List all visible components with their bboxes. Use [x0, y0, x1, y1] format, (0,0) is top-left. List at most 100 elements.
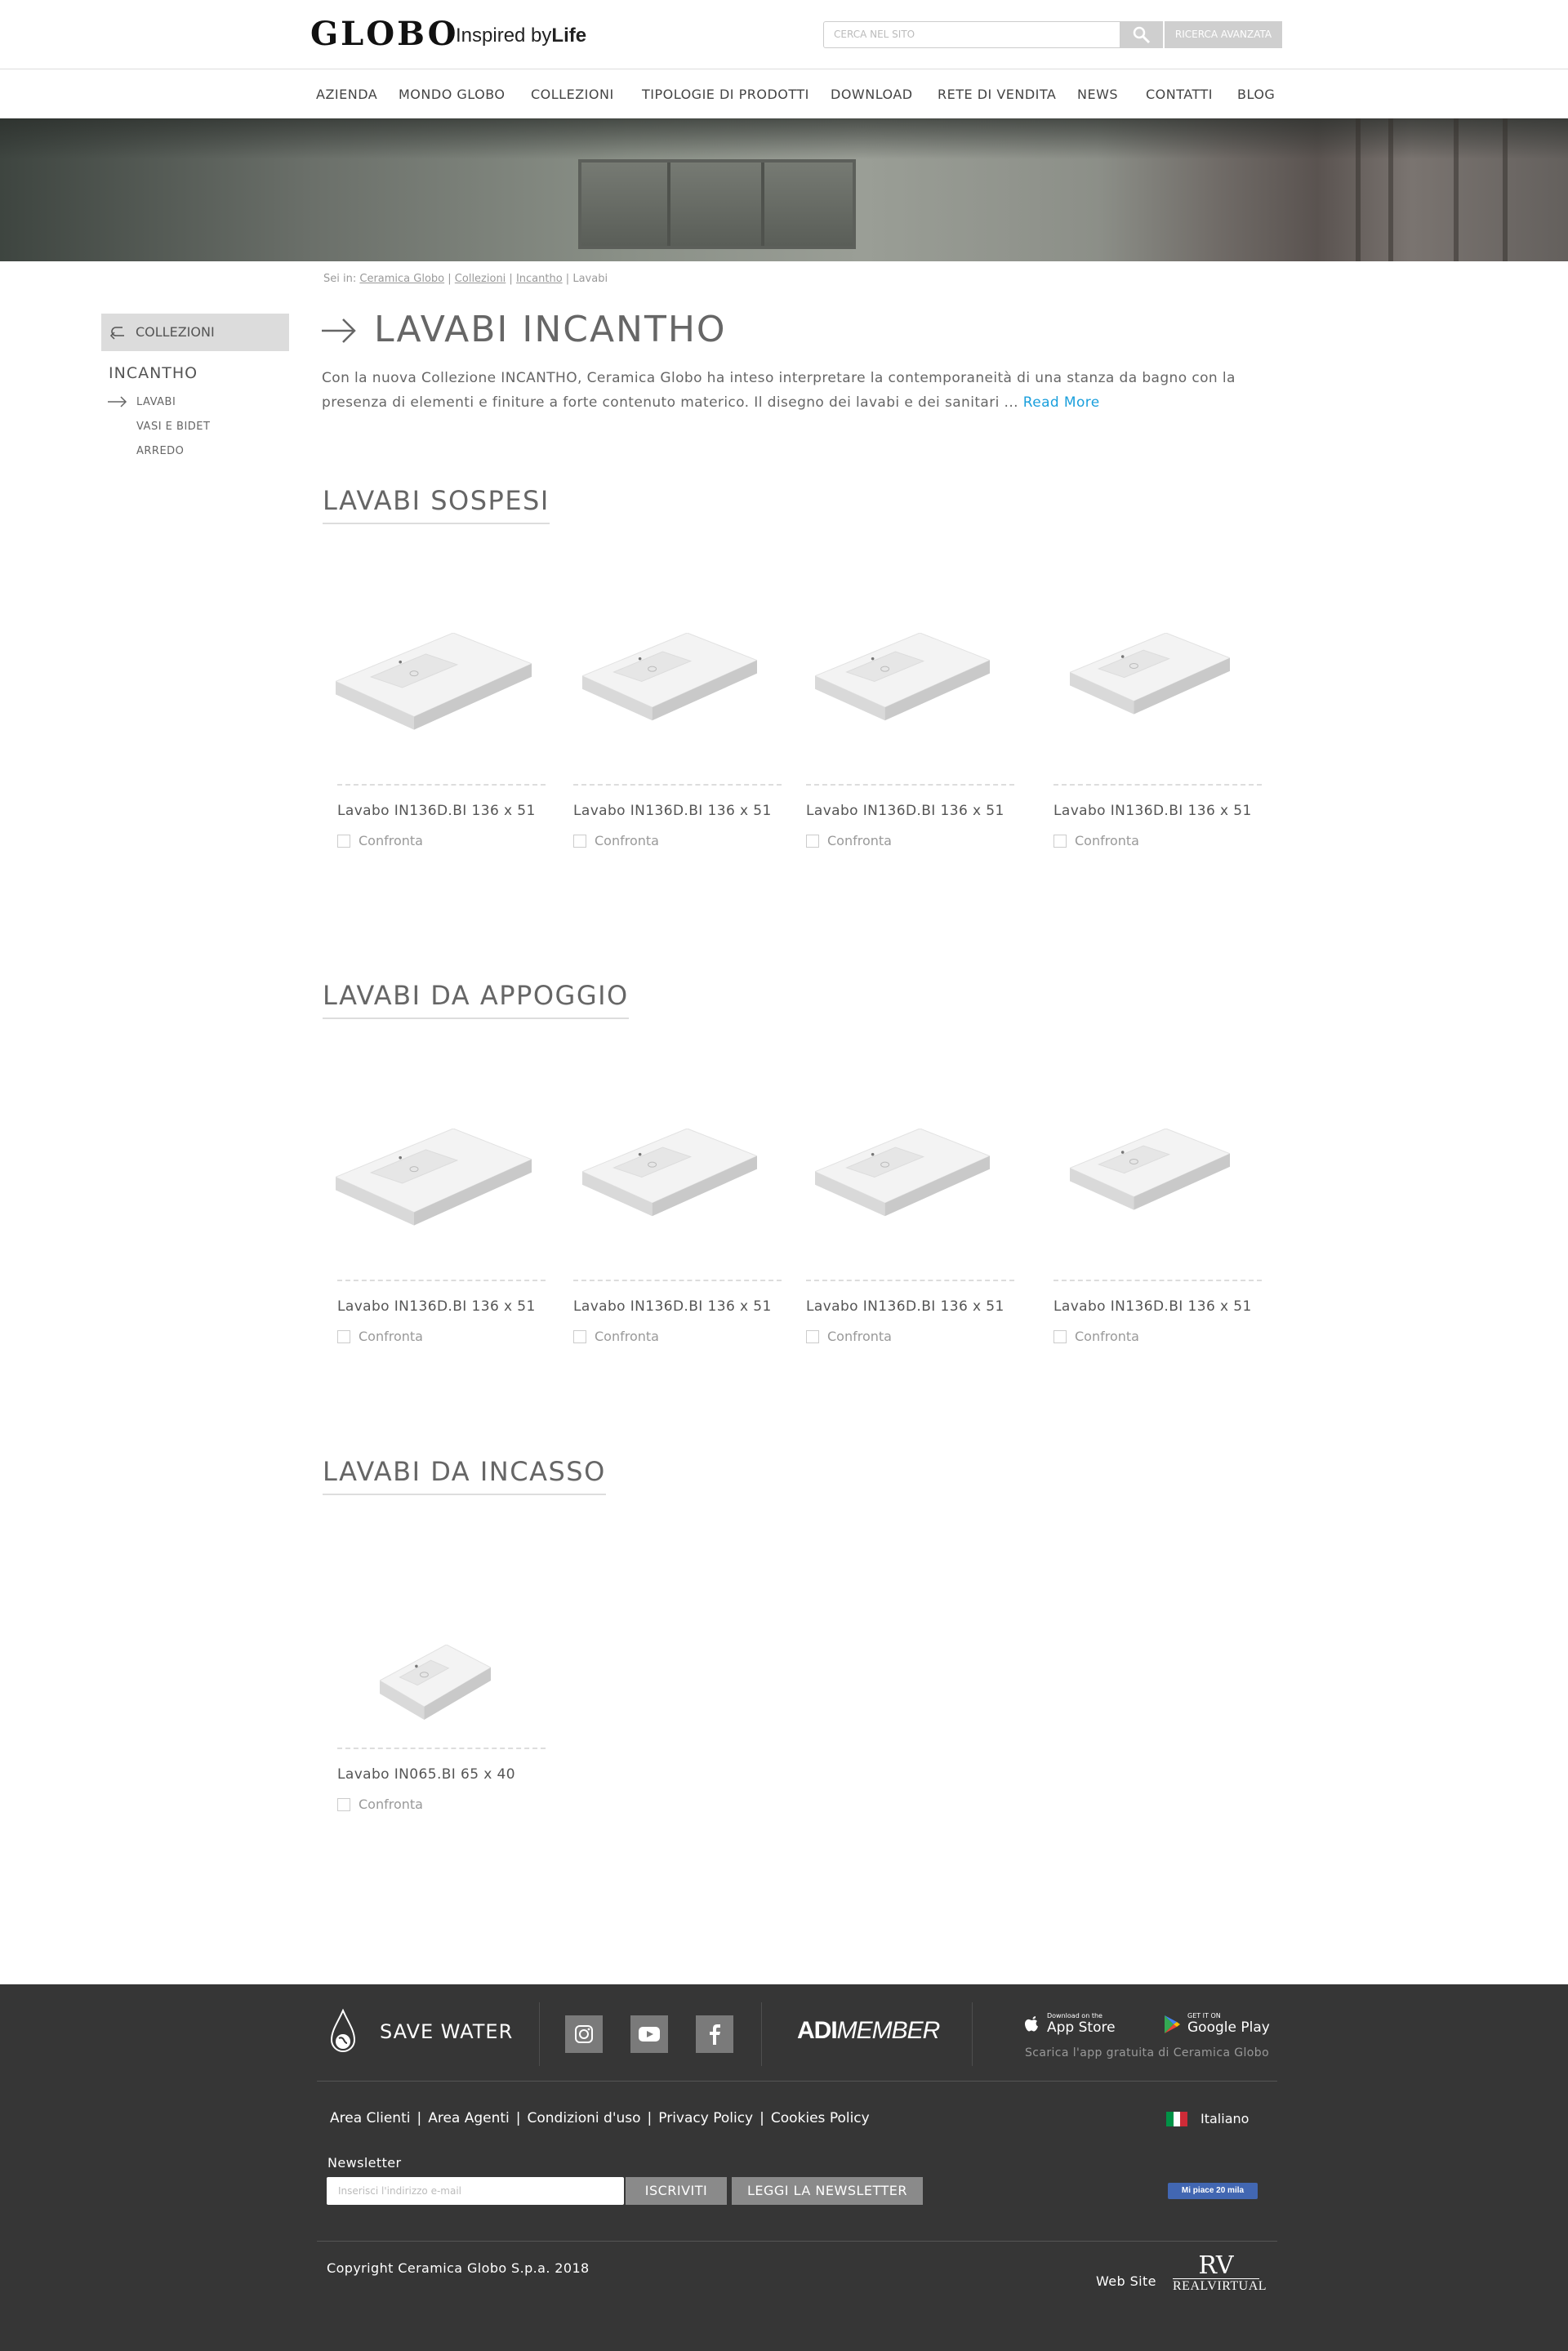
nav-mondo-globo[interactable]: MONDO GLOBO: [399, 87, 506, 102]
compare-label: Confronta: [1075, 1329, 1139, 1344]
instagram-button[interactable]: [565, 2015, 603, 2053]
product-name[interactable]: Lavabo IN136D.BI 136 x 51: [1054, 1298, 1252, 1315]
sidebar-back-collezioni[interactable]: COLLEZIONI: [101, 314, 289, 351]
checkbox-box[interactable]: [337, 834, 350, 848]
product-divider: [337, 784, 546, 786]
washbasin-image[interactable]: [582, 1129, 757, 1223]
nav-news[interactable]: NEWS: [1077, 87, 1118, 102]
washbasin-image[interactable]: [815, 1129, 990, 1223]
footer-link-area-agenti[interactable]: Area Agenti: [428, 2110, 510, 2126]
checkbox-box[interactable]: [806, 1329, 819, 1343]
checkbox-box[interactable]: [1054, 834, 1067, 848]
washbasin-image[interactable]: [1070, 633, 1230, 721]
hero-banner: [0, 118, 1568, 261]
newsletter-subscribe-button[interactable]: ISCRIVITI: [626, 2177, 727, 2205]
footer-link-cookies[interactable]: Cookies Policy: [771, 2110, 870, 2126]
globo-logo[interactable]: GLOBO: [310, 15, 459, 53]
washbasin-image[interactable]: [815, 633, 990, 728]
breadcrumb-link-incantho[interactable]: Incantho: [516, 273, 563, 285]
product-card[interactable]: Lavabo IN136D.BI 136 x 51 Confronta: [336, 572, 546, 849]
search-button[interactable]: [1120, 21, 1163, 48]
product-name[interactable]: Lavabo IN136D.BI 136 x 51: [337, 1298, 536, 1315]
advanced-search-button[interactable]: RICERCA AVANZATA: [1165, 21, 1282, 48]
product-name[interactable]: Lavabo IN065.BI 65 x 40: [337, 1766, 515, 1783]
product-name[interactable]: Lavabo IN136D.BI 136 x 51: [337, 803, 536, 819]
compare-checkbox[interactable]: Confronta: [573, 1329, 659, 1344]
product-card[interactable]: Lavabo IN136D.BI 136 x 51 Confronta: [1054, 572, 1262, 849]
product-divider: [806, 1280, 1014, 1281]
compare-label: Confronta: [359, 833, 423, 848]
product-name[interactable]: Lavabo IN136D.BI 136 x 51: [1054, 803, 1252, 819]
youtube-button[interactable]: [630, 2015, 668, 2053]
facebook-like-button[interactable]: Mi piace 20 mila: [1168, 2183, 1258, 2199]
product-name[interactable]: Lavabo IN136D.BI 136 x 51: [573, 1298, 772, 1315]
compare-checkbox[interactable]: Confronta: [573, 833, 659, 848]
product-divider: [1054, 784, 1262, 786]
product-card[interactable]: Lavabo IN136D.BI 136 x 51 Confronta: [1054, 1067, 1262, 1345]
product-card[interactable]: Lavabo IN136D.BI 136 x 51 Confronta: [806, 572, 1014, 849]
checkbox-box[interactable]: [337, 1797, 350, 1811]
product-divider: [573, 784, 782, 786]
instagram-icon: [575, 2025, 593, 2043]
banner-shelf-image: [578, 159, 856, 249]
washbasin-image[interactable]: [582, 633, 757, 728]
google-play-big: Google Play: [1187, 2019, 1270, 2036]
breadcrumb-link-home[interactable]: Ceramica Globo: [359, 273, 444, 285]
product-name[interactable]: Lavabo IN136D.BI 136 x 51: [573, 803, 772, 819]
product-card[interactable]: Lavabo IN136D.BI 136 x 51 Confronta: [573, 1067, 782, 1345]
checkbox-box[interactable]: [806, 834, 819, 848]
compare-checkbox[interactable]: Confronta: [1054, 833, 1139, 848]
nav-download[interactable]: DOWNLOAD: [831, 87, 913, 102]
compare-checkbox[interactable]: Confronta: [337, 1329, 423, 1344]
breadcrumb-link-collezioni[interactable]: Collezioni: [455, 273, 506, 285]
facebook-button[interactable]: [696, 2015, 733, 2053]
footer-link-condizioni[interactable]: Condizioni d'uso: [528, 2110, 641, 2126]
checkbox-box[interactable]: [573, 834, 586, 848]
nav-blog[interactable]: BLOG: [1237, 87, 1275, 102]
google-play-button[interactable]: GET IT ON Google Play: [1163, 2012, 1270, 2036]
checkbox-box[interactable]: [573, 1329, 586, 1343]
footer-link-privacy[interactable]: Privacy Policy: [658, 2110, 753, 2126]
tagline: Inspired byLife: [456, 24, 586, 47]
product-name[interactable]: Lavabo IN136D.BI 136 x 51: [806, 803, 1004, 819]
nav-contatti[interactable]: CONTATTI: [1146, 87, 1213, 102]
language-selector[interactable]: Italiano: [1166, 2111, 1249, 2126]
nav-collezioni[interactable]: COLLEZIONI: [531, 87, 614, 102]
product-card[interactable]: Lavabo IN136D.BI 136 x 51 Confronta: [336, 1067, 546, 1345]
product-card[interactable]: Lavabo IN136D.BI 136 x 51 Confronta: [573, 572, 782, 849]
product-card[interactable]: Lavabo IN065.BI 65 x 40 Confronta: [337, 1535, 546, 1813]
save-water-label[interactable]: SAVE WATER: [380, 2020, 513, 2043]
adi-member-logo[interactable]: ADIMEMBER: [797, 2017, 940, 2045]
footer-link-area-clienti[interactable]: Area Clienti: [330, 2110, 410, 2126]
app-note: Scarica l'app gratuita di Ceramica Globo: [1025, 2046, 1270, 2059]
compare-checkbox[interactable]: Confronta: [806, 833, 892, 848]
compare-checkbox[interactable]: Confronta: [337, 833, 423, 848]
read-more-link[interactable]: Read More: [1023, 394, 1100, 411]
read-newsletter-button[interactable]: LEGGI LA NEWSLETTER: [732, 2177, 923, 2205]
sidebar-item-vasi-bidet[interactable]: VASI E BIDET: [136, 421, 210, 433]
nav-tipologie[interactable]: TIPOLOGIE DI PRODOTTI: [642, 87, 809, 102]
nav-rete-vendita[interactable]: RETE DI VENDITA: [938, 87, 1056, 102]
compare-label: Confronta: [359, 1797, 423, 1812]
compare-checkbox[interactable]: Confronta: [337, 1797, 423, 1812]
washbasin-image[interactable]: [336, 1129, 532, 1233]
arrow-right-icon: [108, 396, 127, 407]
newsletter-email-input[interactable]: Inserisci l'indirizzo e-mail: [327, 2177, 624, 2205]
app-store-small: Download on the: [1047, 2012, 1102, 2019]
compare-checkbox[interactable]: Confronta: [1054, 1329, 1139, 1344]
washbasin-image[interactable]: [336, 633, 532, 737]
sidebar-item-lavabi[interactable]: LAVABI: [136, 396, 176, 408]
section-title-sospesi: LAVABI SOSPESI: [323, 485, 550, 524]
compare-checkbox[interactable]: Confronta: [806, 1329, 892, 1344]
nav-azienda[interactable]: AZIENDA: [316, 87, 377, 102]
sidebar-item-arredo[interactable]: ARREDO: [136, 445, 184, 457]
search-input[interactable]: CERCA NEL SITO: [823, 21, 1120, 48]
checkbox-box[interactable]: [337, 1329, 350, 1343]
app-store-button[interactable]: Download on the App Store: [1024, 2012, 1116, 2036]
checkbox-box[interactable]: [1054, 1329, 1067, 1343]
washbasin-image[interactable]: [380, 1645, 491, 1726]
washbasin-image[interactable]: [1070, 1129, 1230, 1217]
product-card[interactable]: Lavabo IN136D.BI 136 x 51 Confronta: [806, 1067, 1014, 1345]
realvirtual-logo[interactable]: RV REALVIRTUAL: [1173, 2254, 1267, 2294]
product-name[interactable]: Lavabo IN136D.BI 136 x 51: [806, 1298, 1004, 1315]
